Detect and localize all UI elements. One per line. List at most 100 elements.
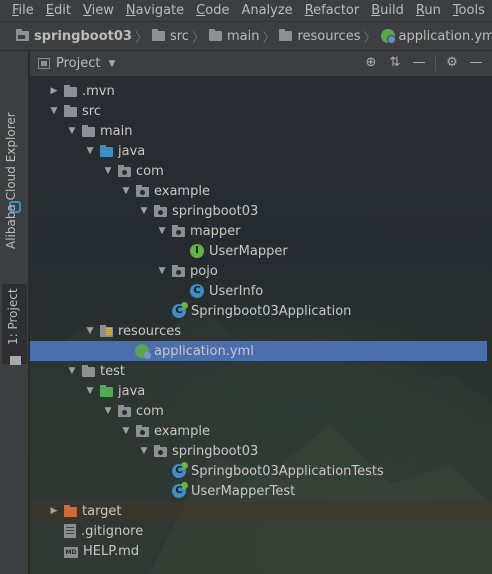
package-icon [172,265,185,277]
expand-arrow-down-icon[interactable]: ▼ [84,326,96,336]
breadcrumb-label: application.yml [398,28,492,44]
expand-arrow-down-icon[interactable]: ▼ [48,106,60,116]
menu-label: iew [91,3,114,18]
expand-arrow-down-icon[interactable]: ▼ [66,126,78,136]
tree-node[interactable]: ▼ test [30,361,492,381]
expand-arrow-down-icon[interactable]: ▼ [138,446,150,456]
tree-node-label: pojo [190,263,218,279]
tree-node[interactable]: HELP.md [30,541,492,561]
project-folder-icon [10,356,21,365]
text-file-icon [64,524,76,538]
menu-code[interactable]: Code [196,3,229,18]
breadcrumb-label: src [169,28,189,44]
project-view-selector[interactable]: Project ▼ [38,56,115,71]
menu-mnemonic: V [82,3,92,18]
tree-node[interactable]: ▼ java [30,381,492,401]
menu-analyze[interactable]: Analyze [241,3,292,18]
expand-arrow-down-icon[interactable]: ▼ [120,186,132,196]
breadcrumb-item[interactable]: application.yml [380,28,492,44]
tree-node[interactable]: Springboot03ApplicationTests [30,461,492,481]
expand-arrow-down-icon[interactable]: ▼ [102,406,114,416]
expand-arrow-down-icon[interactable]: ▼ [156,266,168,276]
menu-mnemonic: E [45,3,54,18]
menu-label: ode [205,3,230,18]
tree-node[interactable]: ▼ main [30,121,492,141]
menu-label: ools [458,3,485,18]
expand-arrow-down-icon[interactable]: ▼ [138,206,150,216]
tree-node[interactable]: ▼ mapper [30,221,492,241]
menu-bar: File Edit View Navigate Code Analyze Refactor B… [0,0,492,22]
tree-node[interactable]: ▼ springboot03 [30,441,492,461]
breadcrumb-separator-icon: 〉 [134,30,148,46]
tree-node[interactable]: UserMapper [30,241,492,261]
alibaba-cloud-explorer-tab[interactable]: Alibaba Cloud Explorer [4,112,18,249]
package-icon [154,445,167,457]
minimize-icon[interactable]: — [411,55,427,71]
expand-arrow-down-icon[interactable]: ▼ [120,426,132,436]
menu-navigate[interactable]: Navigate [126,3,184,18]
tree-node-label: UserInfo [209,283,264,299]
tree-node[interactable]: ▼ src [30,101,492,121]
left-tool-strip: Alibaba Cloud Explorer 1: Project [0,51,29,574]
expand-arrow-down-icon[interactable]: ▼ [66,366,78,376]
menu-edit[interactable]: Edit [46,3,71,18]
tree-node-label: .mvn [82,83,115,99]
expand-arrow-down-icon[interactable]: ▼ [84,146,96,156]
project-tab[interactable]: 1: Project [4,282,22,351]
tree-node[interactable]: ▶ target [30,501,492,521]
folder-icon [64,85,77,97]
breadcrumb-item[interactable]: main [208,29,259,44]
expand-arrow-right-icon[interactable]: ▶ [48,86,60,96]
expand-arrow-down-icon[interactable]: ▼ [102,166,114,176]
tree-node[interactable]: ▼ com [30,161,492,181]
breadcrumb-item[interactable]: src [151,28,189,44]
toolbar-divider [435,55,436,71]
tree-node[interactable]: ▼ com [30,401,492,421]
breadcrumb-separator-icon: 〉 [363,30,377,46]
tree-node-label: HELP.md [83,543,140,559]
tree-node[interactable]: ▶ .mvn [30,81,492,101]
tree-node[interactable]: .gitignore [30,521,492,541]
tree-node-label: test [100,363,125,379]
tree-node-label: java [118,383,146,399]
folder-icon [16,29,29,41]
menu-tools[interactable]: Tools [453,3,485,18]
tree-node[interactable]: application.yml [30,341,487,361]
collapse-icon[interactable]: ⇅ [387,55,403,71]
tree-node[interactable]: ▼ example [30,181,492,201]
menu-refactor[interactable]: Refactor [305,3,360,18]
tree-node[interactable]: ▼ springboot03 [30,201,492,221]
hide-icon[interactable]: — [468,55,484,71]
package-icon [136,185,149,197]
tree-node[interactable]: ▼ pojo [30,261,492,281]
menu-file[interactable]: File [12,3,34,18]
tree-node-label: .gitignore [81,523,144,539]
expand-arrow-right-icon[interactable]: ▶ [48,506,60,516]
folder-icon [208,29,222,41]
tree-node[interactable]: Springboot03Application [30,301,492,321]
menu-run[interactable]: Run [416,3,441,18]
breadcrumb-label: springboot03 [34,28,132,44]
expand-arrow-down-icon[interactable]: ▼ [156,226,168,236]
yaml-file-icon [135,344,151,359]
breadcrumb-item[interactable]: springboot03 [16,29,132,44]
menu-mnemonic: R [304,3,314,18]
menu-view[interactable]: View [83,3,114,18]
breadcrumb: springboot03 〉 src 〉 main 〉 resources 〉 applicat… [0,22,492,51]
breadcrumb-label: resources [297,28,361,44]
tree-node[interactable]: UserInfo [30,281,492,301]
tree-node[interactable]: ▼ example [30,421,492,441]
expand-arrow-down-icon[interactable]: ▼ [84,386,96,396]
yaml-file-icon [380,29,396,44]
tree-node-label: UserMapperTest [191,483,296,499]
tree-node[interactable]: ▼ java [30,141,492,161]
tree-node-label: src [82,103,101,119]
tree-node[interactable]: UserMapperTest [30,481,492,501]
tree-node[interactable]: ▼ resources [30,321,492,341]
tree-node-label: com [136,403,164,419]
menu-build[interactable]: Build [371,3,404,18]
project-view-icon [38,58,50,69]
gear-icon[interactable]: ⚙ [444,55,460,71]
breadcrumb-item[interactable]: resources [279,29,360,44]
locate-icon[interactable]: ⊕ [363,55,379,71]
